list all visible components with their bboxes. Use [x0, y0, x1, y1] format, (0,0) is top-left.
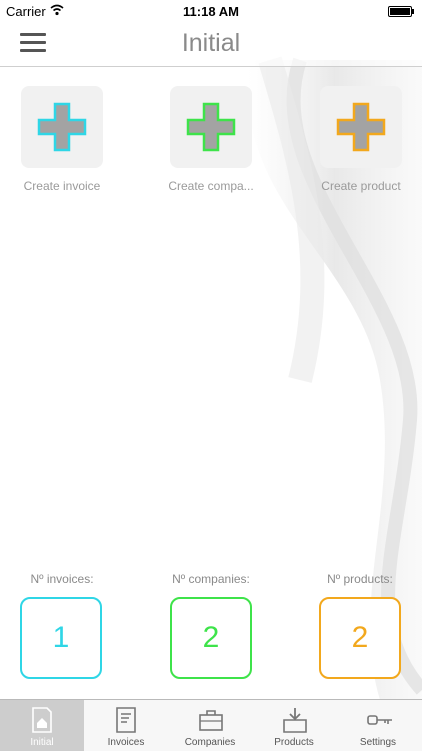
create-product-tile[interactable] [320, 86, 402, 168]
create-product-button[interactable]: Create product [320, 86, 402, 193]
briefcase-icon [199, 710, 223, 731]
tab-bar: Initial Invoices Companies Products Sett… [0, 699, 422, 751]
create-company-tile[interactable] [170, 86, 252, 168]
tab-invoices-label: Invoices [107, 737, 145, 748]
tab-settings[interactable]: Settings [336, 700, 420, 751]
create-invoice-label: Create invoice [23, 179, 101, 193]
battery-icon [388, 6, 414, 17]
create-invoice-tile[interactable] [21, 86, 103, 168]
create-invoice-button[interactable]: Create invoice [21, 86, 103, 193]
companies-count-box[interactable]: 2 [170, 597, 252, 679]
tab-products-label: Products [274, 737, 314, 748]
status-bar: Carrier 11:18 AM [0, 0, 422, 22]
create-company-button[interactable]: Create compa... [168, 86, 254, 193]
page-title: Initial [181, 29, 241, 57]
plus-icon [336, 102, 386, 152]
tab-initial[interactable]: Initial [0, 700, 84, 751]
clock: 11:18 AM [183, 4, 239, 19]
products-count-box[interactable]: 2 [319, 597, 401, 679]
box-download-icon [283, 708, 307, 733]
tab-products[interactable]: Products [252, 700, 336, 751]
products-count-label: Nº products: [327, 572, 393, 586]
tab-companies[interactable]: Companies [168, 700, 252, 751]
create-product-label: Create product [321, 179, 401, 193]
plus-icon [37, 102, 87, 152]
create-company-label: Create compa... [168, 179, 254, 193]
home-document-icon [32, 707, 52, 733]
invoices-count-label: Nº invoices: [30, 572, 94, 586]
navigation-bar: Initial [0, 22, 422, 67]
plus-icon [186, 102, 236, 152]
tab-initial-label: Initial [30, 737, 54, 748]
tab-companies-label: Companies [184, 737, 236, 748]
tab-settings-label: Settings [359, 737, 397, 748]
key-icon [367, 715, 392, 725]
invoice-icon [116, 707, 136, 733]
tab-invoices[interactable]: Invoices [84, 700, 168, 751]
companies-count-label: Nº companies: [172, 572, 250, 586]
invoices-count-box[interactable]: 1 [20, 597, 102, 679]
